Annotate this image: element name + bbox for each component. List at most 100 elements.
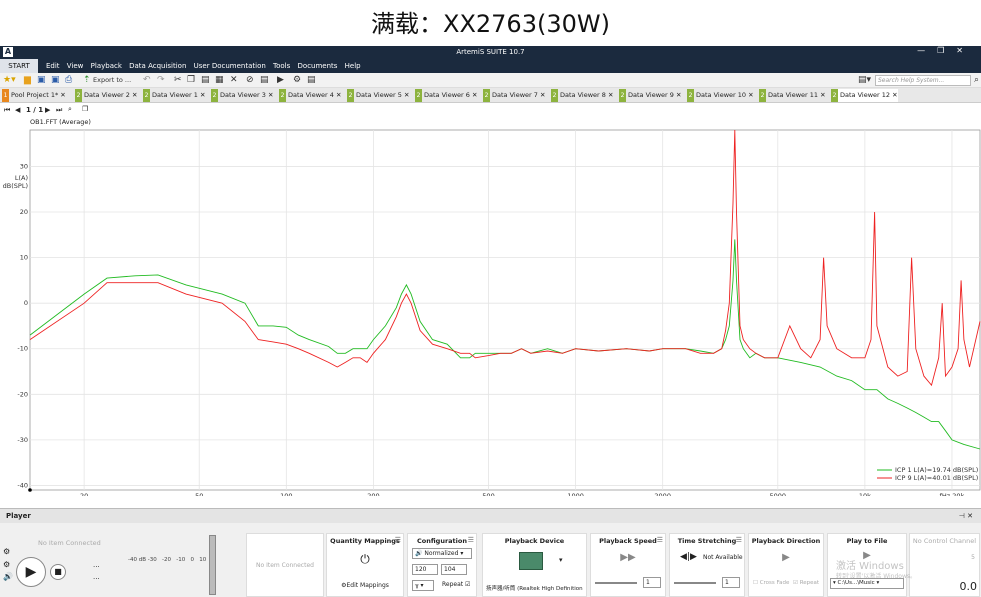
redo-icon[interactable]: ↷: [157, 75, 165, 86]
y-tick-label: -20: [17, 390, 28, 398]
copy-icon[interactable]: ❐: [187, 75, 195, 86]
config-value-2[interactable]: 104: [441, 564, 467, 575]
panel-menu-icon: ☰: [656, 536, 663, 544]
menu-help[interactable]: Help: [345, 62, 361, 70]
fft-chart[interactable]: 3020100-10-20-30-4020 50 100 200 500 1000 2000…: [0, 126, 981, 496]
direction-play-icon[interactable]: ▶: [749, 552, 823, 563]
menu-data-acquisition[interactable]: Data Acquisition: [129, 62, 186, 70]
menu-bar: START Edit View Playback Data Acquisitio…: [0, 59, 981, 73]
document-tabs: 1 Pool Project 1* ✕ 2 Data Viewer 2 ✕ 2 Dat…: [0, 88, 981, 103]
close-icon[interactable]: ✕: [956, 46, 975, 55]
save-icon[interactable]: ▣: [37, 75, 46, 86]
player-header: Player ⊣ ✕: [0, 509, 981, 523]
tab-data-viewer-10[interactable]: 2 Data Viewer 10 ✕: [687, 89, 754, 102]
tab-pool-project[interactable]: 1 Pool Project 1* ✕: [2, 89, 66, 102]
page-title: 满载：XX2763(30W): [371, 10, 610, 38]
tab-data-viewer-4[interactable]: 2 Data Viewer 4 ✕: [279, 89, 341, 102]
play-button[interactable]: ▶: [16, 557, 46, 587]
close-doc-icon[interactable]: ✕: [230, 75, 238, 86]
volume-icon[interactable]: 🔊: [3, 572, 13, 581]
settings-icon[interactable]: ⚙: [3, 560, 10, 569]
activation-watermark: 激活 Windows: [836, 561, 904, 572]
list-icon[interactable]: ▤: [260, 75, 269, 86]
first-page-icon[interactable]: ⏮: [4, 106, 10, 115]
tab-data-viewer-2[interactable]: 2 Data Viewer 2 ✕: [75, 89, 137, 102]
axis-origin-marker: [28, 488, 32, 492]
tab-data-viewer-8[interactable]: 2 Data Viewer 8 ✕: [551, 89, 613, 102]
copy-page-icon[interactable]: ❐: [82, 105, 88, 113]
tab-data-viewer-3[interactable]: 2 Data Viewer 3 ✕: [211, 89, 273, 102]
tab-data-viewer-12[interactable]: 2 Data Viewer 12 ✕: [831, 89, 898, 102]
tab-data-viewer-1[interactable]: 2 Data Viewer 1 ✕: [143, 89, 205, 102]
tab-data-viewer-9[interactable]: 2 Data Viewer 9 ✕: [619, 89, 681, 102]
menu-documents[interactable]: Documents: [298, 62, 338, 70]
x-tick-label: 1000: [567, 492, 584, 496]
cross-fade-checkbox[interactable]: ☐ Cross Fade: [753, 580, 789, 586]
speed-value[interactable]: 1: [643, 577, 661, 588]
activation-watermark-sub: 转到'设置'以激活 Windows。: [836, 573, 916, 580]
configuration-panel: Configuration ☰ 🔊 Normalized ▾ 120 104 ╥ …: [407, 533, 477, 597]
normalization-select[interactable]: 🔊 Normalized ▾: [412, 548, 472, 559]
stop-button[interactable]: ■: [50, 564, 66, 580]
view-switch-icon[interactable]: ▤▾: [858, 75, 871, 86]
fast-forward-icon[interactable]: ▶▶: [591, 552, 665, 563]
layout-icon[interactable]: ▤: [307, 75, 316, 86]
time-dashes-1: ...: [93, 561, 100, 569]
config-value-1[interactable]: 120: [412, 564, 438, 575]
volume-slider[interactable]: [209, 535, 216, 595]
playback-direction-panel: Playback Direction ▶ ☐ Cross Fade ☑ Repe…: [748, 533, 824, 597]
menu-view[interactable]: View: [67, 62, 84, 70]
speaker-settings-icon[interactable]: ⚙: [3, 547, 10, 556]
direction-repeat-checkbox[interactable]: ☑ Repeat: [793, 580, 819, 586]
x-tick-label: 100: [280, 492, 292, 496]
y-tick-label: 20: [20, 208, 28, 216]
y-tick-label: -10: [17, 345, 28, 353]
minimize-icon[interactable]: —: [917, 46, 937, 55]
menu-tools[interactable]: Tools: [273, 62, 290, 70]
delete-icon[interactable]: ▦: [215, 75, 224, 86]
help-search-input[interactable]: Search Help System...: [875, 75, 971, 86]
tab-data-viewer-6[interactable]: 2 Data Viewer 6 ✕: [415, 89, 477, 102]
paste-icon[interactable]: ▤: [201, 75, 210, 86]
export-arrow-icon[interactable]: ⇡: [83, 75, 91, 86]
stretch-slider[interactable]: [674, 582, 716, 584]
stop-icon[interactable]: ⊘: [246, 75, 254, 86]
playback-device-panel: Playback Device ▾ 扬声器/听筒 (Realtek High D…: [482, 533, 587, 597]
menu-playback[interactable]: Playback: [91, 62, 122, 70]
device-dropdown-icon[interactable]: ▾: [559, 556, 563, 564]
maximize-icon[interactable]: ❐: [937, 46, 956, 55]
power-icon[interactable]: ⏻: [327, 552, 403, 567]
export-button[interactable]: Export to ...: [93, 75, 131, 86]
tab-data-viewer-11[interactable]: 2 Data Viewer 11 ✕: [759, 89, 826, 102]
search-icon[interactable]: ⌕: [974, 75, 979, 86]
panel-menu-icon: ☰: [467, 536, 474, 544]
favorites-star-icon[interactable]: ★▾: [3, 75, 16, 86]
menu-user-documentation[interactable]: User Documentation: [194, 62, 266, 70]
prev-page-icon[interactable]: ◀: [15, 106, 20, 114]
last-page-icon[interactable]: ⏭: [56, 106, 62, 115]
repeat-checkbox[interactable]: Repeat ☑: [442, 581, 470, 588]
edit-mappings-button[interactable]: ⚙Edit Mappings: [327, 582, 403, 589]
folder-icon[interactable]: ▆: [24, 75, 31, 86]
stretch-value[interactable]: 1: [722, 577, 740, 588]
menu-edit[interactable]: Edit: [46, 62, 60, 70]
cut-icon[interactable]: ✂: [174, 75, 182, 86]
pin-icon[interactable]: ⊣ ✕: [959, 509, 973, 523]
speed-slider[interactable]: [595, 582, 637, 584]
save-all-icon[interactable]: ▣: [51, 75, 60, 86]
tab-data-viewer-7[interactable]: 2 Data Viewer 7 ✕: [483, 89, 545, 102]
settings-gear-icon[interactable]: ⚙: [293, 75, 301, 86]
start-button[interactable]: START: [0, 59, 38, 73]
undo-icon[interactable]: ↶: [143, 75, 151, 86]
channel-select[interactable]: ╥ ▾: [412, 580, 434, 591]
print-icon[interactable]: ⎙: [65, 75, 72, 86]
device-name[interactable]: 扬声器/听筒 (Realtek High Definition: [486, 584, 583, 592]
zoom-icon[interactable]: ⌕: [68, 105, 72, 114]
next-page-icon[interactable]: ▶: [45, 106, 50, 114]
tab-data-viewer-5[interactable]: 2 Data Viewer 5 ✕: [347, 89, 409, 102]
x-tick-label: 2000: [654, 492, 671, 496]
y-tick-label: 0: [24, 299, 28, 307]
play-icon[interactable]: ▶: [277, 75, 284, 86]
control-channel-scale: 5: [971, 554, 975, 561]
legend-label: ICP 1 L(A)=19.74 dB(SPL): [895, 466, 978, 474]
